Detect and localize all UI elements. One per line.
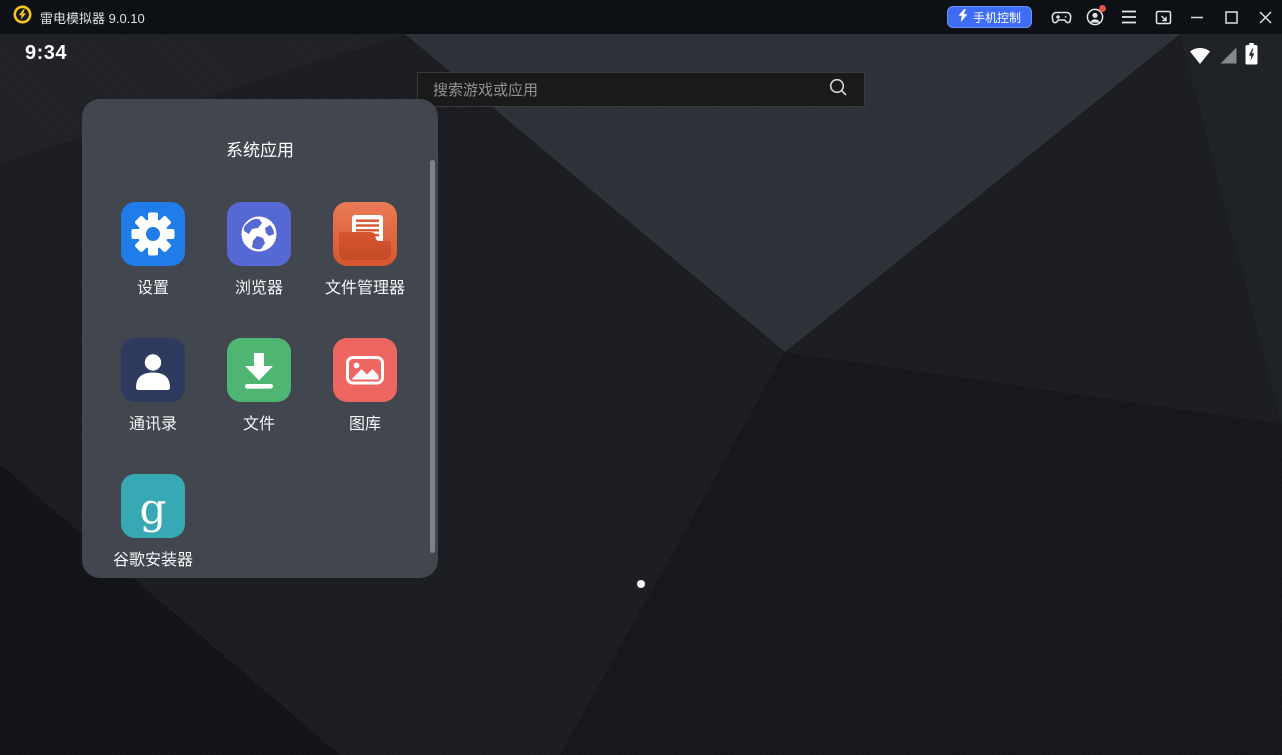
folder-panel: 系统应用 设置 浏览器 [82, 99, 438, 578]
account-icon[interactable] [1078, 0, 1112, 34]
browser-app-icon [227, 202, 291, 266]
app-label: 设置 [137, 279, 169, 299]
contacts-app-icon [121, 338, 185, 402]
app-label: 通讯录 [129, 415, 177, 435]
minimize-button[interactable] [1180, 0, 1214, 34]
gamepad-icon[interactable] [1044, 0, 1078, 34]
clock: 9:34 [25, 42, 67, 65]
settings-app-icon [121, 202, 185, 266]
gallery-app-icon [333, 338, 397, 402]
app-label: 文件 [243, 415, 275, 435]
menu-icon[interactable] [1112, 0, 1146, 34]
app-label: 图库 [349, 415, 381, 435]
phone-control-label: 手机控制 [973, 9, 1021, 26]
window-title: 雷电模拟器 9.0.10 [40, 8, 145, 27]
app-shortcut-gallery[interactable]: 图库 [312, 338, 418, 435]
files-app-icon [227, 338, 291, 402]
folder-title: 系统应用 [82, 99, 438, 161]
app-shortcut-files[interactable]: 文件 [206, 338, 312, 435]
status-icons [1188, 43, 1258, 70]
titlebar-left: 雷电模拟器 9.0.10 [0, 5, 145, 29]
app-label: 谷歌安装器 [113, 551, 193, 571]
titlebar-controls: 手机控制 [947, 0, 1282, 34]
search-icon [828, 77, 849, 103]
phone-control-button[interactable]: 手机控制 [947, 6, 1032, 28]
titlebar[interactable]: 雷电模拟器 9.0.10 手机控制 [0, 0, 1282, 34]
filemgr-app-icon [333, 202, 397, 266]
app-grid: 设置 浏览器 [100, 202, 418, 571]
app-label: 浏览器 [235, 279, 283, 299]
wifi-icon [1188, 45, 1212, 70]
notification-dot [1099, 5, 1106, 12]
scrollbar-thumb[interactable] [430, 160, 435, 553]
page-indicator-dot[interactable] [637, 580, 645, 588]
app-shortcut-filemgr[interactable]: 文件管理器 [312, 202, 418, 299]
lightning-icon [958, 9, 968, 25]
battery-charging-icon [1245, 43, 1258, 70]
close-button[interactable] [1248, 0, 1282, 34]
signal-icon [1219, 46, 1238, 70]
android-screen: 9:34 搜索游戏或应用 [0, 34, 1282, 755]
emulator-window: 雷电模拟器 9.0.10 手机控制 [0, 0, 1282, 755]
search-placeholder: 搜索游戏或应用 [433, 79, 538, 100]
svg-text:g: g [140, 484, 167, 533]
search-bar[interactable]: 搜索游戏或应用 [417, 72, 865, 107]
ldplayer-logo-icon [13, 5, 32, 29]
app-label: 文件管理器 [325, 279, 405, 299]
app-shortcut-browser[interactable]: 浏览器 [206, 202, 312, 299]
resize-icon[interactable] [1146, 0, 1180, 34]
app-shortcut-google[interactable]: g 谷歌安装器 [100, 474, 206, 571]
app-shortcut-settings[interactable]: 设置 [100, 202, 206, 299]
maximize-button[interactable] [1214, 0, 1248, 34]
app-shortcut-contacts[interactable]: 通讯录 [100, 338, 206, 435]
google-app-icon: g [121, 474, 185, 538]
